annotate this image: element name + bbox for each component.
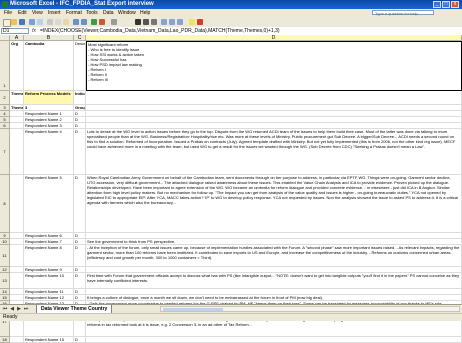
status-text: Ready <box>3 314 18 320</box>
d1-line: - Reform III <box>88 77 109 82</box>
cell-c2[interactable]: Indicator <box>74 91 86 105</box>
cell-a7[interactable] <box>10 129 24 175</box>
insert-function-icon[interactable]: fx <box>32 28 36 34</box>
menu-edit[interactable]: Edit <box>18 10 27 16</box>
underline-icon[interactable] <box>151 19 157 25</box>
italic-icon[interactable] <box>143 19 149 25</box>
fill-color-icon[interactable] <box>189 19 195 25</box>
cell-d8[interactable]: When Royal Cambodian Army Government on … <box>86 175 462 233</box>
cell-b8[interactable]: Respondent Name 5 <box>24 175 74 233</box>
row-header-18[interactable]: 18 <box>0 337 10 343</box>
menu-view[interactable]: View <box>32 10 43 16</box>
cell-a11[interactable] <box>10 245 24 267</box>
row-header-2[interactable]: 2 <box>0 91 10 105</box>
menu-insert[interactable]: Insert <box>48 10 61 16</box>
name-box[interactable]: D1 <box>1 28 29 34</box>
window-title: Microsoft Excel - IFC_FPDIA_Stat Export … <box>10 1 154 7</box>
spreadsheet-grid[interactable]: A B C D 1 Org Cambodia Descriptor Most s… <box>0 35 462 343</box>
undo-icon[interactable] <box>73 19 79 25</box>
cell-c13[interactable]: D <box>74 273 86 289</box>
save-icon[interactable] <box>19 19 25 25</box>
chart-icon[interactable] <box>99 19 105 25</box>
row-header-13[interactable]: 13 <box>0 273 10 289</box>
cell-b7[interactable]: Respondent Name 4 <box>24 129 74 175</box>
next-sheet-button[interactable]: ▶ <box>16 306 22 312</box>
horizontal-scroll-thumb[interactable] <box>163 308 223 311</box>
cell-b11[interactable]: Respondent Name 8 <box>24 245 74 267</box>
cell-d18[interactable] <box>86 337 462 343</box>
help-search-input[interactable]: Type a question for help <box>372 10 434 16</box>
cell-d1[interactable]: Most significant reform - Who is free to… <box>86 41 462 91</box>
cut-icon[interactable] <box>47 19 53 25</box>
row-header-11[interactable]: 11 <box>0 245 10 267</box>
print-preview-icon[interactable] <box>37 19 43 25</box>
cell-b18[interactable]: Respondent Name 15 <box>24 337 74 343</box>
cell-c1[interactable]: Descriptor <box>74 41 86 91</box>
cell-a18[interactable] <box>10 337 24 343</box>
first-sheet-button[interactable]: ⏮ <box>2 306 8 312</box>
minimize-button[interactable]: _ <box>433 1 441 8</box>
menu-format[interactable]: Format <box>66 10 82 16</box>
cell-a2[interactable]: Theme <box>10 91 24 105</box>
row-header-1[interactable]: 1 <box>0 41 10 91</box>
cell-d11[interactable]: - At the inception of the forum, only sm… <box>86 245 462 267</box>
window-title-bar: Microsoft Excel - IFC_FPDIA_Stat Export … <box>0 0 462 9</box>
last-sheet-button[interactable]: ⏭ <box>23 306 29 312</box>
print-icon[interactable] <box>29 19 35 25</box>
cell-b13[interactable]: Respondent Name 10 <box>24 273 74 289</box>
new-icon[interactable] <box>3 19 11 27</box>
paste-icon[interactable] <box>63 19 69 25</box>
cell-a8[interactable] <box>10 175 24 233</box>
align-left-icon[interactable] <box>161 19 167 25</box>
zoom-icon[interactable] <box>111 19 117 25</box>
copy-icon[interactable] <box>55 19 61 25</box>
autosum-icon[interactable] <box>91 19 97 25</box>
cell-b1[interactable]: Cambodia <box>24 41 74 91</box>
cell-d7[interactable]: Lots to dense at the WG level to action … <box>86 129 462 175</box>
menu-tools[interactable]: Tools <box>86 10 98 16</box>
menu-window[interactable]: Window <box>118 10 136 16</box>
align-center-icon[interactable] <box>169 19 175 25</box>
bold-icon[interactable] <box>135 19 141 25</box>
prev-sheet-button[interactable]: ◀ <box>9 306 15 312</box>
cell-a13[interactable] <box>10 273 24 289</box>
open-icon[interactable] <box>11 19 17 25</box>
cell-d2[interactable] <box>86 91 462 105</box>
excel-app-icon <box>2 1 8 7</box>
cell-b2[interactable]: Reform Process Models <box>24 91 74 105</box>
row-header-7[interactable]: 7 <box>0 129 10 175</box>
horizontal-scrollbar[interactable] <box>160 306 460 312</box>
font-color-icon[interactable] <box>197 19 203 25</box>
menu-file[interactable]: File <box>4 10 12 16</box>
row-header-8[interactable]: 8 <box>0 175 10 233</box>
cell-d13[interactable]: First time with Forum that government of… <box>86 273 462 289</box>
menu-help[interactable]: Help <box>140 10 150 16</box>
menu-data[interactable]: Data <box>103 10 114 16</box>
cell-c18[interactable]: D <box>74 337 86 343</box>
align-right-icon[interactable] <box>177 19 183 25</box>
cell-c7[interactable]: D <box>74 129 86 175</box>
cell-c11[interactable]: D <box>74 245 86 267</box>
cell-a1[interactable]: Org <box>10 41 24 91</box>
redo-icon[interactable] <box>81 19 87 25</box>
maximize-button[interactable]: □ <box>442 1 450 8</box>
formula-input[interactable]: =INDEX(CHOOSE(Viewer,Cambodia_Data,Vietn… <box>40 28 280 34</box>
cell-c8[interactable]: D <box>74 175 86 233</box>
close-button[interactable]: x <box>451 1 459 8</box>
